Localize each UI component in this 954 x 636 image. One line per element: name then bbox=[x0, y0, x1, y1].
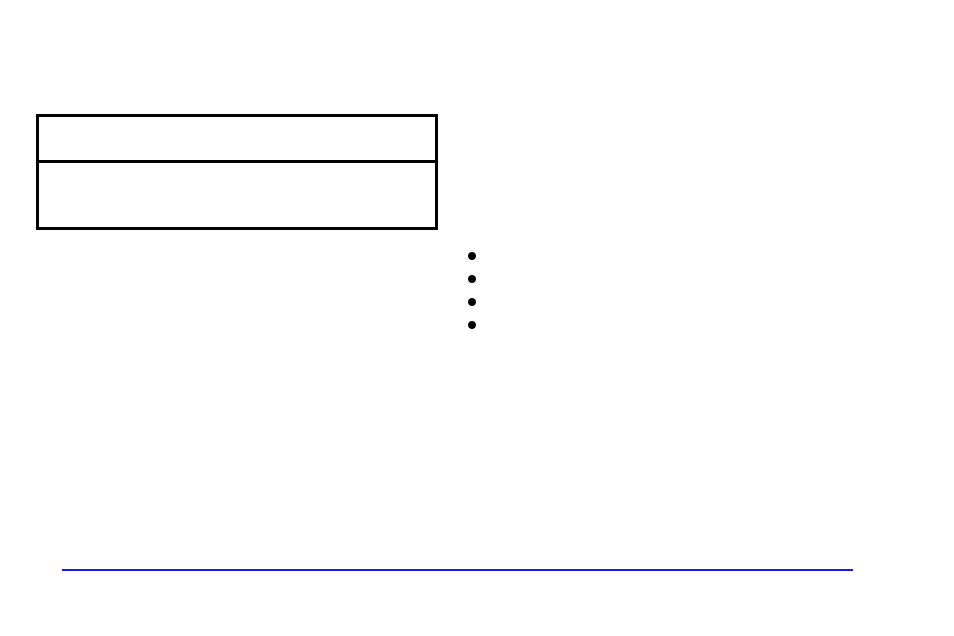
bullet-item bbox=[468, 321, 476, 329]
horizontal-rule bbox=[62, 569, 853, 571]
bullet-item bbox=[468, 252, 476, 260]
bullet-list bbox=[468, 252, 476, 329]
bullet-item bbox=[468, 298, 476, 306]
box-horizontal-divider bbox=[39, 160, 435, 163]
split-rectangle bbox=[36, 114, 438, 230]
bullet-item bbox=[468, 275, 476, 283]
